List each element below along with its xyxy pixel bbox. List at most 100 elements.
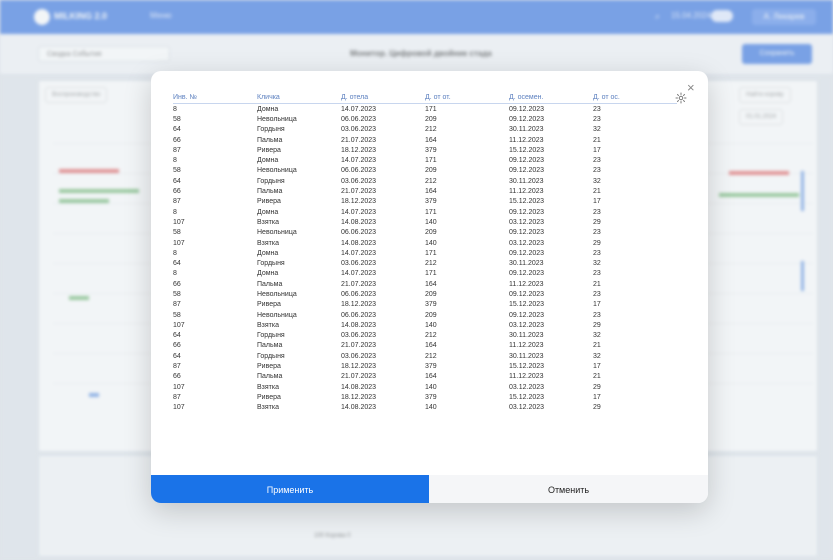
cell-days-from-calving: 209 xyxy=(425,290,437,298)
cell-days-from-insemination: 21 xyxy=(593,136,601,144)
table-row[interactable]: 87 Ривера 18.12.2023 379 15.12.2023 17 xyxy=(173,361,677,371)
cell-calving-date: 14.07.2023 xyxy=(341,157,377,165)
table-row[interactable]: 64 Гордыня 03.06.2023 212 30.11.2023 32 xyxy=(173,125,677,135)
cell-days-from-insemination: 21 xyxy=(593,188,601,196)
table-row[interactable]: 64 Гордыня 03.06.2023 212 30.11.2023 32 xyxy=(173,176,677,186)
column-header-days-from-calving[interactable]: Д. от от. xyxy=(425,92,509,104)
table-row[interactable]: 66 Пальма 21.07.2023 164 11.12.2023 21 xyxy=(173,279,677,289)
table-row[interactable]: 58 Невольница 06.06.2023 209 09.12.2023 23 xyxy=(173,228,677,238)
cell-calving-date: 21.07.2023 xyxy=(341,136,377,144)
apply-button[interactable]: Применить xyxy=(151,475,429,503)
cell-days-from-insemination: 23 xyxy=(593,157,601,165)
table-row[interactable]: 64 Гордыня 03.06.2023 212 30.11.2023 32 xyxy=(173,258,677,268)
cell-days-from-calving: 212 xyxy=(425,177,437,185)
cell-calving-date: 14.08.2023 xyxy=(341,218,377,226)
cell-calving-date: 21.07.2023 xyxy=(341,280,377,288)
table-row[interactable]: 87 Ривера 18.12.2023 379 15.12.2023 17 xyxy=(173,145,677,155)
cell-calving-date: 14.07.2023 xyxy=(341,105,377,113)
table-row[interactable]: 8 Домна 14.07.2023 171 09.12.2023 23 xyxy=(173,248,677,258)
cell-days-from-insemination: 23 xyxy=(593,270,601,278)
cell-days-from-calving: 171 xyxy=(425,270,437,278)
cell-days-from-insemination: 17 xyxy=(593,198,601,206)
cell-name: Взятка xyxy=(257,383,279,391)
table-row[interactable]: 8 Домна 14.07.2023 171 09.12.2023 23 xyxy=(173,104,677,115)
cell-days-from-insemination: 23 xyxy=(593,290,601,298)
table-row[interactable]: 107 Взятка 14.08.2023 140 03.12.2023 29 xyxy=(173,238,677,248)
cell-calving-date: 14.08.2023 xyxy=(341,321,377,329)
table-row[interactable]: 66 Пальма 21.07.2023 164 11.12.2023 21 xyxy=(173,372,677,382)
cell-name: Гордыня xyxy=(257,352,285,360)
cell-days-from-calving: 379 xyxy=(425,198,437,206)
close-icon[interactable]: × xyxy=(687,81,695,94)
cell-insemination-date: 09.12.2023 xyxy=(509,311,545,319)
cell-insemination-date: 11.12.2023 xyxy=(509,136,544,144)
column-header-days-from-insemination[interactable]: Д. от ос. xyxy=(593,92,677,104)
cell-insemination-date: 09.12.2023 xyxy=(509,290,545,298)
cell-inventory: 66 xyxy=(173,136,181,144)
table-row[interactable]: 8 Домна 14.07.2023 171 09.12.2023 23 xyxy=(173,155,677,165)
cell-inventory: 107 xyxy=(173,218,185,226)
cell-calving-date: 14.07.2023 xyxy=(341,270,377,278)
cell-insemination-date: 30.11.2023 xyxy=(509,126,544,134)
cell-calving-date: 21.07.2023 xyxy=(341,373,377,381)
cell-calving-date: 18.12.2023 xyxy=(341,363,377,371)
table-row[interactable]: 58 Невольница 06.06.2023 209 09.12.2023 23 xyxy=(173,310,677,320)
cell-days-from-calving: 164 xyxy=(425,188,437,196)
cell-calving-date: 14.07.2023 xyxy=(341,208,377,216)
cell-inventory: 58 xyxy=(173,115,181,123)
table-row[interactable]: 107 Взятка 14.08.2023 140 03.12.2023 29 xyxy=(173,217,677,227)
cell-name: Домна xyxy=(257,249,279,257)
cell-insemination-date: 30.11.2023 xyxy=(509,177,544,185)
cell-inventory: 58 xyxy=(173,167,181,175)
column-header-calving-date[interactable]: Д. отела xyxy=(341,92,425,104)
table-row[interactable]: 58 Невольница 06.06.2023 209 09.12.2023 23 xyxy=(173,166,677,176)
column-header-insemination-date[interactable]: Д. осемен. xyxy=(509,92,593,104)
table-row[interactable]: 8 Домна 14.07.2023 171 09.12.2023 23 xyxy=(173,207,677,217)
cell-name: Пальма xyxy=(257,373,283,381)
table-row[interactable]: 87 Ривера 18.12.2023 379 15.12.2023 17 xyxy=(173,300,677,310)
table-row[interactable]: 107 Взятка 14.08.2023 140 03.12.2023 29 xyxy=(173,382,677,392)
table-row[interactable]: 107 Взятка 14.08.2023 140 03.12.2023 29 xyxy=(173,320,677,330)
cancel-button[interactable]: Отменить xyxy=(429,475,708,503)
cell-days-from-calving: 140 xyxy=(425,383,437,391)
cell-name: Взятка xyxy=(257,321,279,329)
table-row[interactable]: 8 Домна 14.07.2023 171 09.12.2023 23 xyxy=(173,269,677,279)
cell-days-from-insemination: 32 xyxy=(593,177,601,185)
cell-insemination-date: 09.12.2023 xyxy=(509,270,545,278)
table-row[interactable]: 66 Пальма 21.07.2023 164 11.12.2023 21 xyxy=(173,135,677,145)
column-header-name[interactable]: Кличка xyxy=(257,92,341,104)
cell-days-from-calving: 212 xyxy=(425,126,437,134)
table-row[interactable]: 107 Взятка 14.08.2023 140 03.12.2023 29 xyxy=(173,403,677,413)
cell-days-from-insemination: 23 xyxy=(593,115,601,123)
table-row[interactable]: 66 Пальма 21.07.2023 164 11.12.2023 21 xyxy=(173,186,677,196)
cell-insemination-date: 15.12.2023 xyxy=(509,393,545,401)
cell-insemination-date: 15.12.2023 xyxy=(509,363,545,371)
table-row[interactable]: 58 Невольница 06.06.2023 209 09.12.2023 23 xyxy=(173,114,677,124)
table-row[interactable]: 58 Невольница 06.06.2023 209 09.12.2023 23 xyxy=(173,289,677,299)
table-row[interactable]: 64 Гордыня 03.06.2023 212 30.11.2023 32 xyxy=(173,331,677,341)
cell-days-from-insemination: 29 xyxy=(593,218,601,226)
cell-inventory: 107 xyxy=(173,383,185,391)
column-header-inventory[interactable]: Инв. № xyxy=(173,92,257,104)
cell-insemination-date: 03.12.2023 xyxy=(509,404,545,412)
cell-inventory: 64 xyxy=(173,260,181,268)
cow-table: Инв. № Кличка Д. отела Д. от от. Д. осем… xyxy=(173,92,677,413)
cell-inventory: 107 xyxy=(173,239,185,247)
table-row[interactable]: 66 Пальма 21.07.2023 164 11.12.2023 21 xyxy=(173,341,677,351)
cell-days-from-calving: 164 xyxy=(425,280,437,288)
table-row[interactable]: 87 Ривера 18.12.2023 379 15.12.2023 17 xyxy=(173,392,677,402)
cell-insemination-date: 11.12.2023 xyxy=(509,342,544,350)
cell-insemination-date: 09.12.2023 xyxy=(509,157,545,165)
cell-name: Ривера xyxy=(257,301,281,309)
cell-name: Пальма xyxy=(257,342,283,350)
cell-inventory: 66 xyxy=(173,373,181,381)
cell-calving-date: 06.06.2023 xyxy=(341,290,377,298)
table-row[interactable]: 64 Гордыня 03.06.2023 212 30.11.2023 32 xyxy=(173,351,677,361)
cell-days-from-calving: 140 xyxy=(425,218,437,226)
cell-name: Невольница xyxy=(257,290,297,298)
cell-name: Пальма xyxy=(257,136,283,144)
table-row[interactable]: 87 Ривера 18.12.2023 379 15.12.2023 17 xyxy=(173,197,677,207)
cell-days-from-calving: 209 xyxy=(425,167,437,175)
cell-inventory: 64 xyxy=(173,177,181,185)
cell-days-from-calving: 164 xyxy=(425,373,437,381)
